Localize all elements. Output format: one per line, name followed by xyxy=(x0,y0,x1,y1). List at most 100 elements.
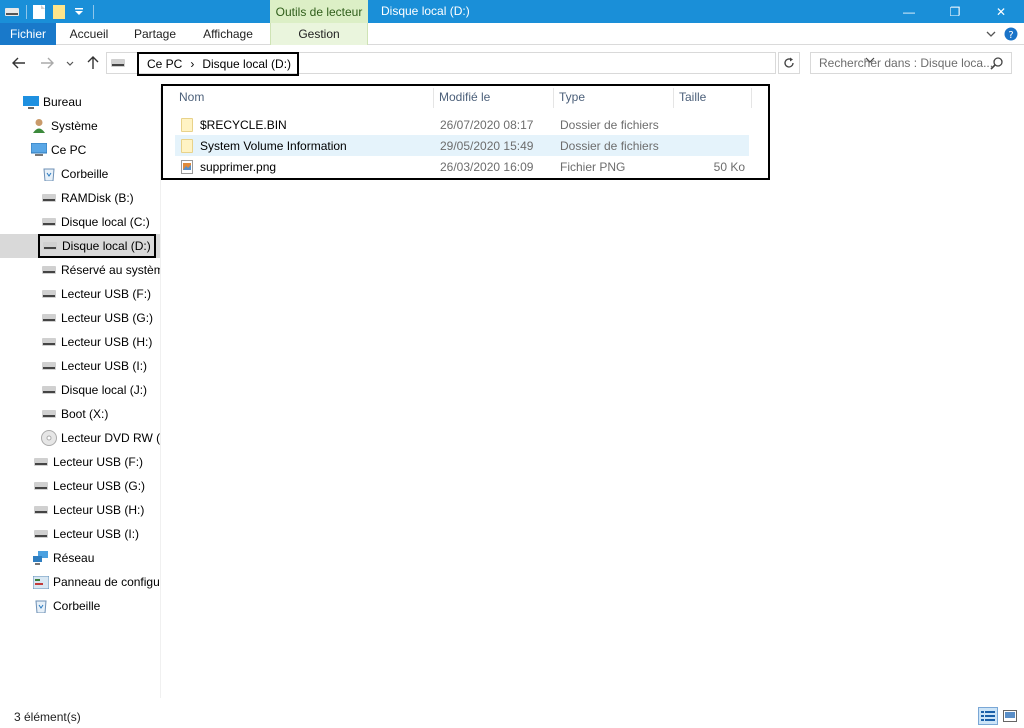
breadcrumb-ce-pc[interactable]: Ce PC xyxy=(147,57,182,71)
nav-item-lecteur-usb-g[interactable]: Lecteur USB (G:) xyxy=(0,306,160,330)
drive-icon xyxy=(41,310,57,326)
nav-item-disque-local-d[interactable]: Disque local (D:) xyxy=(0,234,160,258)
drive-icon xyxy=(41,382,57,398)
desktop-icon xyxy=(23,94,39,110)
restore-icon: ❐ xyxy=(949,4,961,19)
nav-item-reserve-systeme[interactable]: Réservé au systèm xyxy=(0,258,160,282)
nav-item-corbeille-pc[interactable]: Corbeille xyxy=(0,162,160,186)
nav-item-lecteur-usb-h-2[interactable]: Lecteur USB (H:) xyxy=(0,498,160,522)
tab-fichier[interactable]: Fichier xyxy=(0,23,56,45)
nav-item-panneau-de-configuration[interactable]: Panneau de configu xyxy=(0,570,160,594)
window-title: Disque local (D:) xyxy=(381,4,470,18)
nav-item-lecteur-usb-i[interactable]: Lecteur USB (I:) xyxy=(0,354,160,378)
tab-affichage[interactable]: Affichage xyxy=(192,23,264,45)
item-count: 3 élément(s) xyxy=(14,710,81,724)
search-placeholder: Rechercher dans : Disque loca... xyxy=(819,56,994,70)
quick-access-toolbar xyxy=(0,0,94,23)
maximize-button[interactable]: ❐ xyxy=(932,0,978,23)
forward-button[interactable] xyxy=(36,52,58,74)
tab-gestion[interactable]: Gestion xyxy=(270,23,368,45)
nav-item-disque-local-c[interactable]: Disque local (C:) xyxy=(0,210,160,234)
column-header-nom[interactable]: Nom xyxy=(175,86,433,108)
back-button[interactable] xyxy=(8,52,30,74)
column-header-modifie-le[interactable]: Modifié le xyxy=(435,86,553,108)
drive-tools-context-label: Outils de lecteur xyxy=(270,0,368,23)
expand-ribbon-button[interactable] xyxy=(982,23,1000,45)
drive-icon xyxy=(33,502,49,518)
breadcrumb: Ce PC › Disque local (D:) xyxy=(137,52,300,76)
dvd-icon xyxy=(41,430,57,446)
drive-icon xyxy=(33,454,49,470)
network-icon xyxy=(33,550,49,566)
column-divider[interactable] xyxy=(553,88,554,108)
chevron-down-icon xyxy=(66,61,74,66)
search-input[interactable]: Rechercher dans : Disque loca... xyxy=(810,52,1012,74)
address-bar[interactable]: Ce PC › Disque local (D:) xyxy=(106,52,875,76)
file-modified: 26/07/2020 08:17 xyxy=(440,117,534,132)
file-row[interactable]: supprimer.png 26/03/2020 16:09 Fichier P… xyxy=(175,156,749,177)
file-row[interactable]: $RECYCLE.BIN 26/07/2020 08:17 Dossier de… xyxy=(175,114,749,135)
refresh-button[interactable] xyxy=(778,52,800,74)
help-icon: ? xyxy=(1004,27,1018,41)
file-type: Dossier de fichiers xyxy=(560,138,659,153)
up-button[interactable] xyxy=(82,52,104,74)
recent-locations-button[interactable] xyxy=(62,52,78,74)
drive-icon xyxy=(33,478,49,494)
nav-item-lecteur-usb-f[interactable]: Lecteur USB (F:) xyxy=(0,282,160,306)
file-type: Dossier de fichiers xyxy=(560,117,659,132)
nav-item-lecteur-usb-i-2[interactable]: Lecteur USB (I:) xyxy=(0,522,160,546)
nav-item-lecteur-usb-h[interactable]: Lecteur USB (H:) xyxy=(0,330,160,354)
nav-item-ramdisk-b[interactable]: RAMDisk (B:) xyxy=(0,186,160,210)
details-view-icon xyxy=(981,711,995,721)
breadcrumb-separator-icon[interactable]: › xyxy=(190,57,194,71)
status-bar: 3 élément(s) xyxy=(0,706,1024,728)
tab-partage[interactable]: Partage xyxy=(124,23,186,45)
nav-item-reseau[interactable]: Réseau xyxy=(0,546,160,570)
refresh-icon xyxy=(784,57,794,68)
selection-highlight: Disque local (D:) xyxy=(38,234,156,258)
drive-icon xyxy=(111,59,125,67)
nav-item-bureau[interactable]: Bureau xyxy=(0,90,160,114)
file-name: $RECYCLE.BIN xyxy=(200,117,287,132)
column-divider[interactable] xyxy=(673,88,674,108)
folder-icon xyxy=(181,135,193,156)
nav-item-systeme[interactable]: Système xyxy=(0,114,160,138)
drive-icon xyxy=(41,190,57,206)
drive-icon xyxy=(42,238,58,254)
details-view-button[interactable] xyxy=(978,707,998,725)
nav-item-corbeille[interactable]: Corbeille xyxy=(0,594,160,618)
close-button[interactable]: ✕ xyxy=(978,0,1024,23)
new-folder-icon[interactable] xyxy=(51,4,67,20)
nav-item-lecteur-dvd[interactable]: Lecteur DVD RW ( xyxy=(0,426,160,450)
nav-item-ce-pc[interactable]: Ce PC xyxy=(0,138,160,162)
large-icons-view-button[interactable] xyxy=(1000,707,1020,725)
file-modified: 29/05/2020 15:49 xyxy=(440,138,534,153)
tab-accueil[interactable]: Accueil xyxy=(58,23,120,45)
help-button[interactable]: ? xyxy=(1002,23,1020,45)
close-icon: ✕ xyxy=(995,4,1007,19)
separator xyxy=(26,4,27,19)
column-header-type[interactable]: Type xyxy=(555,86,673,108)
nav-item-lecteur-usb-g-2[interactable]: Lecteur USB (G:) xyxy=(0,474,160,498)
ribbon-tabs: Fichier Accueil Partage Affichage Gestio… xyxy=(0,23,1024,45)
control-panel-icon xyxy=(33,574,49,590)
properties-icon[interactable] xyxy=(31,4,47,20)
drive-icon xyxy=(41,334,57,350)
breadcrumb-disque-local-d[interactable]: Disque local (D:) xyxy=(202,57,291,71)
nav-item-lecteur-usb-f-2[interactable]: Lecteur USB (F:) xyxy=(0,450,160,474)
column-divider[interactable] xyxy=(751,88,752,108)
column-divider[interactable] xyxy=(433,88,434,108)
customize-toolbar-icon[interactable] xyxy=(71,4,87,20)
minimize-button[interactable]: — xyxy=(886,0,932,23)
nav-item-boot-x[interactable]: Boot (X:) xyxy=(0,402,160,426)
nav-item-disque-local-j[interactable]: Disque local (J:) xyxy=(0,378,160,402)
chevron-down-icon xyxy=(986,31,996,37)
folder-icon xyxy=(181,114,193,135)
arrow-up-icon xyxy=(87,56,99,69)
arrow-left-icon xyxy=(12,57,25,69)
file-row[interactable]: System Volume Information 29/05/2020 15:… xyxy=(175,135,749,156)
computer-icon xyxy=(31,142,47,158)
drive-icon xyxy=(41,358,57,374)
recycle-bin-icon xyxy=(41,166,57,182)
column-header-taille[interactable]: Taille xyxy=(675,86,753,108)
